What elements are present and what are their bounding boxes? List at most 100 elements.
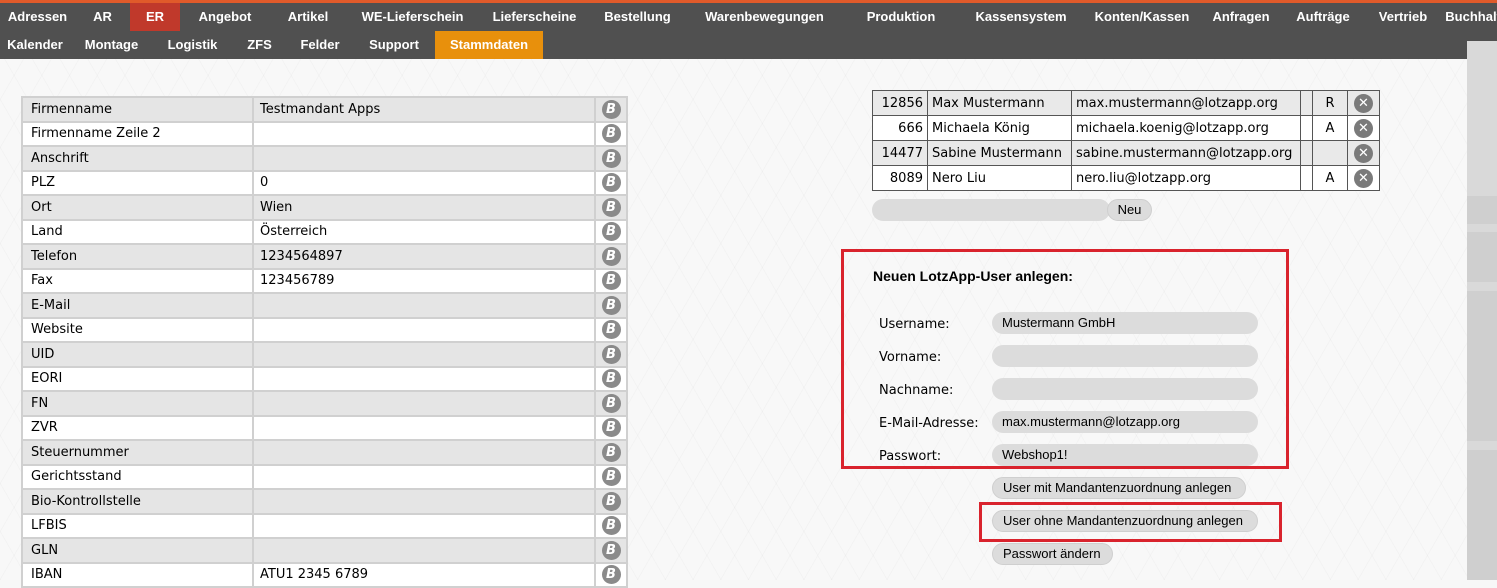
b-edit-icon[interactable]: B (601, 418, 621, 438)
new-user-id-input[interactable] (872, 199, 1110, 221)
edit-cell: B (595, 96, 628, 123)
delete-user-icon[interactable]: ✕ (1354, 143, 1373, 163)
field-value[interactable] (252, 390, 596, 417)
nav-item-anfragen[interactable]: Anfragen (1200, 3, 1282, 31)
nav-item-bestellung[interactable]: Bestellung (590, 3, 685, 31)
nav-item-warenbewegungen[interactable]: Warenbewegungen (685, 3, 844, 31)
nav-item-kalender[interactable]: Kalender (0, 31, 70, 59)
field-label: EORI (21, 365, 253, 392)
form-input[interactable]: max.mustermann@lotzapp.org (992, 411, 1258, 433)
field-value[interactable]: ATU1 2345 6789 (252, 561, 596, 588)
delete-user-icon[interactable]: ✕ (1354, 168, 1373, 188)
b-edit-icon[interactable]: B (601, 148, 621, 168)
stammdaten-row: IBAN ATU1 2345 6789 B (21, 561, 628, 588)
stammdaten-row: Land Österreich B (21, 218, 628, 245)
b-edit-icon[interactable]: B (601, 271, 621, 291)
b-edit-icon[interactable]: B (601, 540, 621, 560)
field-value[interactable] (252, 463, 596, 490)
b-edit-icon[interactable]: B (601, 516, 621, 536)
form-label: Passwort: (879, 449, 942, 464)
form-input[interactable] (992, 378, 1258, 400)
b-edit-icon[interactable]: B (601, 565, 621, 585)
change-password-button[interactable]: Passwort ändern (992, 543, 1113, 565)
b-edit-icon[interactable]: B (601, 369, 621, 389)
b-edit-icon[interactable]: B (601, 442, 621, 462)
form-input[interactable]: Mustermann GmbH (992, 312, 1258, 334)
field-value[interactable] (252, 414, 596, 441)
nav-item-angebot[interactable]: Angebot (180, 3, 270, 31)
nav-item-er[interactable]: ER (130, 3, 180, 31)
field-value[interactable] (252, 341, 596, 368)
field-value[interactable] (252, 488, 596, 515)
nav-item-produktion[interactable]: Produktion (844, 3, 958, 31)
field-label: Firmenname (21, 96, 253, 123)
nav-item-we-lieferschein[interactable]: WE-Lieferschein (346, 3, 479, 31)
nav-item-artikel[interactable]: Artikel (270, 3, 346, 31)
b-edit-icon[interactable]: B (601, 491, 621, 511)
field-value[interactable] (252, 512, 596, 539)
b-edit-icon[interactable]: B (601, 124, 621, 144)
b-edit-icon[interactable]: B (601, 344, 621, 364)
side-tab[interactable] (1467, 291, 1497, 441)
b-edit-icon[interactable]: B (601, 197, 621, 217)
side-tab[interactable] (1467, 450, 1497, 580)
nav-item-logistik[interactable]: Logistik (153, 31, 232, 59)
stammdaten-row: EORI B (21, 365, 628, 392)
delete-user-icon[interactable]: ✕ (1354, 118, 1373, 138)
user-name: Sabine Mustermann (927, 140, 1072, 166)
nav-item-ar[interactable]: AR (75, 3, 130, 31)
b-edit-icon[interactable]: B (601, 99, 621, 119)
b-edit-icon[interactable]: B (601, 222, 621, 242)
nav-item-stammdaten[interactable]: Stammdaten (435, 31, 543, 59)
field-value[interactable] (252, 439, 596, 466)
b-edit-icon[interactable]: B (601, 393, 621, 413)
stammdaten-row: Anschrift B (21, 145, 628, 172)
b-edit-icon[interactable]: B (601, 467, 621, 487)
nav-item-lieferscheine[interactable]: Lieferscheine (479, 3, 590, 31)
side-tab[interactable] (1467, 232, 1497, 282)
field-value[interactable] (252, 120, 596, 147)
nav-item-support[interactable]: Support (353, 31, 435, 59)
nav-item-kassensystem[interactable]: Kassensystem (958, 3, 1084, 31)
field-value[interactable]: 1234564897 (252, 243, 596, 270)
field-value[interactable]: 0 (252, 169, 596, 196)
nav-item-adressen[interactable]: Adressen (0, 3, 75, 31)
nav-item-zfs[interactable]: ZFS (232, 31, 287, 59)
b-edit-icon[interactable]: B (601, 320, 621, 340)
nav-item-aufträge[interactable]: Aufträge (1282, 3, 1364, 31)
form-input[interactable] (992, 345, 1258, 367)
field-label: Bio-Kontrollstelle (21, 488, 253, 515)
nav-item-buchhaltung[interactable]: Buchhaltung (1442, 3, 1497, 31)
field-value[interactable]: 123456789 (252, 267, 596, 294)
nav-item-vertrieb[interactable]: Vertrieb (1364, 3, 1442, 31)
nav-item-felder[interactable]: Felder (287, 31, 353, 59)
field-label: E-Mail (21, 292, 253, 319)
form-input[interactable]: Webshop1! (992, 444, 1258, 466)
field-value[interactable] (252, 365, 596, 392)
field-label: Steuernummer (21, 439, 253, 466)
field-value[interactable]: Testmandant Apps (252, 96, 596, 123)
create-user-without-mandant-button[interactable]: User ohne Mandantenzuordnung anlegen (992, 510, 1258, 532)
b-edit-icon[interactable]: B (601, 246, 621, 266)
field-value[interactable] (252, 537, 596, 564)
form-label: Nachname: (879, 383, 954, 398)
nav-item-montage[interactable]: Montage (70, 31, 153, 59)
create-user-with-mandant-button[interactable]: User mit Mandantenzuordnung anlegen (992, 477, 1246, 499)
edit-cell: B (595, 390, 628, 417)
field-value[interactable]: Österreich (252, 218, 596, 245)
delete-user-icon[interactable]: ✕ (1354, 93, 1373, 113)
user-id: 8089 (872, 165, 928, 191)
side-tab[interactable] (1467, 196, 1497, 224)
field-value[interactable]: Wien (252, 194, 596, 221)
new-user-button[interactable]: Neu (1107, 199, 1152, 221)
field-value[interactable] (252, 145, 596, 172)
b-edit-icon[interactable]: B (601, 295, 621, 315)
stammdaten-row: GLN B (21, 537, 628, 564)
user-role-flag (1312, 140, 1348, 166)
b-edit-icon[interactable]: B (601, 173, 621, 193)
field-value[interactable] (252, 316, 596, 343)
stammdaten-row: FN B (21, 390, 628, 417)
user-row: 8089 Nero Liu nero.liu@lotzapp.org A ✕ (872, 165, 1380, 191)
field-value[interactable] (252, 292, 596, 319)
nav-item-konten-kassen[interactable]: Konten/Kassen (1084, 3, 1200, 31)
